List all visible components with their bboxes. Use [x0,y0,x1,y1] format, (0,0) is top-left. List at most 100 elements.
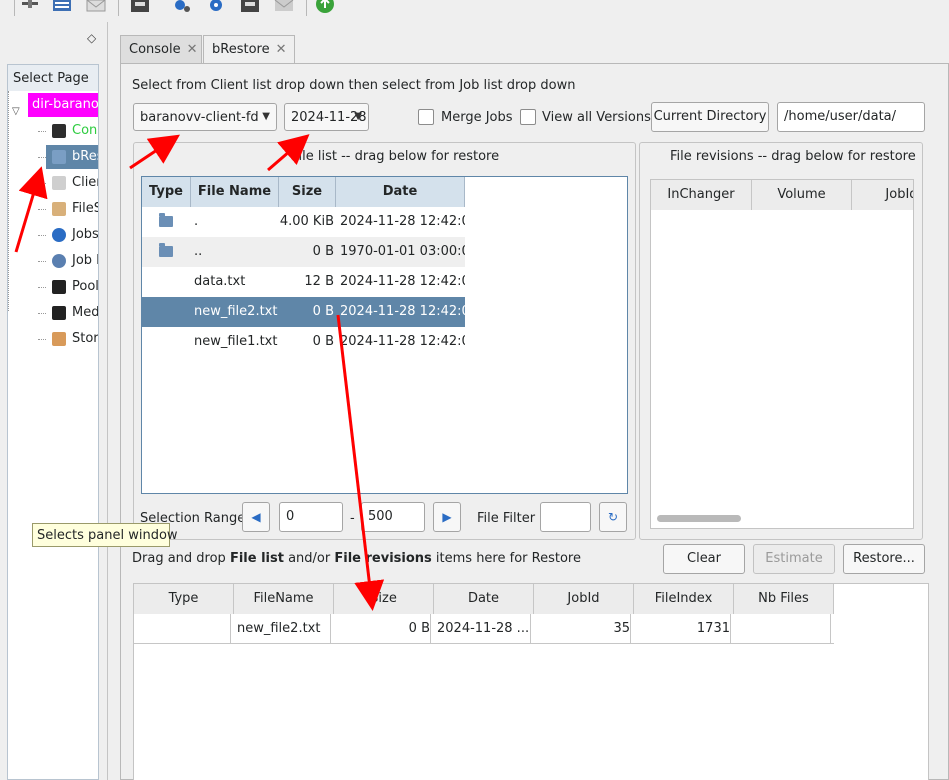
column-header-jobid[interactable]: JobId [852,180,913,210]
tree-connector [38,131,46,132]
gear-icon[interactable] [206,0,226,14]
table-row[interactable]: new_file2.txt 0 B 2024-11-28 ... 35 1731 [134,614,834,644]
chevron-down-icon: ▼ [354,111,362,122]
tree-item-job-runs[interactable]: Job Runs [46,249,98,273]
column-header-inchanger[interactable]: InChanger [651,180,752,210]
refresh-button[interactable]: ↻ [599,502,627,532]
column-header-type[interactable]: Type [134,584,234,614]
save-icon[interactable] [130,0,150,14]
column-header-file-name[interactable]: File Name [191,177,279,207]
tree-item-label: Storage [72,331,99,346]
range-prev-button[interactable]: ◀ [242,502,270,532]
current-directory-input[interactable]: /home/user/data/ [777,102,925,132]
tree-collapse-icon[interactable]: ▽ [12,100,20,124]
cell-type [137,614,231,644]
instructions-label: Select from Client list drop down then s… [132,78,576,93]
tree-item-media[interactable]: Media [46,301,98,325]
tab-brestore[interactable]: bRestore ✕ [203,35,295,64]
disk-icon[interactable] [240,0,260,14]
fileset-icon [52,202,66,216]
cell-name: .. [194,244,203,259]
column-header-jobid[interactable]: JobId [534,584,634,614]
job-combo[interactable]: 2024-11-28 ▼ [284,103,369,131]
list-icon[interactable] [52,0,72,14]
console-icon [52,124,66,138]
tree-item-console[interactable]: Console [46,119,98,143]
tree-item-filesets[interactable]: FileSets [46,197,98,221]
tree-item-clients[interactable]: Clients [46,171,98,195]
folder-icon [159,243,173,257]
brestore-panel: Select from Client list drop down then s… [120,63,949,780]
column-header-fileindex[interactable]: FileIndex [634,584,734,614]
column-header-nb-files[interactable]: Nb Files [734,584,834,614]
pool-icon [52,280,66,294]
range-end-input[interactable]: 500 [361,502,425,532]
cell-date: 2024-11-28 ... [437,614,531,644]
table-row[interactable]: new_file2.txt 0 B 2024-11-28 12:42:03 [142,297,465,327]
estimate-button[interactable]: Estimate [753,544,835,574]
close-icon[interactable]: ✕ [187,42,198,57]
column-header-size[interactable]: Size [279,177,336,207]
file-revisions-table[interactable]: InChanger Volume JobId [650,179,914,529]
tab-console-label: Console [129,42,181,57]
cell-date: 2024-11-28 12:42:03 [340,334,465,349]
cell-fileindex: 1731 [637,614,731,644]
client-combo[interactable]: baranovv-client-fd ▼ [133,103,277,131]
table-row[interactable]: data.txt 12 B 2024-11-28 12:42:03 [142,267,465,297]
column-header-type[interactable]: Type [142,177,191,207]
media-icon [52,306,66,320]
column-header-size[interactable]: Size [334,584,434,614]
tree-connector [38,313,46,314]
tree-item-pools[interactable]: Pools [46,275,98,299]
view-all-versions-checkbox[interactable] [520,109,536,125]
envelope-icon[interactable] [274,0,294,14]
cell-size: 0 B [337,614,431,644]
merge-jobs-checkbox[interactable] [418,109,434,125]
cell-size: 0 B [312,244,334,259]
drop-hint: Drag and drop File list and/or File revi… [132,551,581,566]
column-header-date[interactable]: Date [336,177,465,207]
tree-connector [38,235,46,236]
go-icon[interactable] [315,0,335,14]
tree-item-brestore[interactable]: bRestore [46,145,98,169]
column-header-date[interactable]: Date [434,584,534,614]
select-page-header: Select Page [7,64,99,92]
file-list-table[interactable]: Type File Name Size Date . 4.00 KiB 2024-1… [141,176,628,494]
current-directory-button[interactable]: Current Directory [651,102,769,132]
column-header-volume[interactable]: Volume [752,180,852,210]
toolbar [0,0,949,22]
tools-icon[interactable] [20,0,40,14]
merge-jobs-label: Merge Jobs [441,110,513,125]
tab-console[interactable]: Console ✕ [120,35,202,64]
triangle-right-icon: ▶ [442,510,452,524]
tree-item-storage[interactable]: Storage [46,327,99,351]
tree-item-jobs[interactable]: Jobs [46,223,99,247]
restore-button[interactable]: Restore... [843,544,925,574]
table-row[interactable]: .. 0 B 1970-01-01 03:00:00 [142,237,465,267]
tree-item-label: Console [72,123,98,138]
tree-connector [38,339,46,340]
cell-name: new_file2.txt [194,304,278,319]
close-icon[interactable]: ✕ [276,42,287,57]
toolbar-separator [14,0,15,16]
cell-nbfiles [737,614,831,644]
gears-icon[interactable] [172,0,192,14]
tree-item-label: Jobs [72,227,99,242]
table-row[interactable]: new_file1.txt 0 B 2024-11-28 12:42:03 [142,327,465,357]
horizontal-scrollbar-thumb[interactable] [657,515,741,522]
restore-icon [52,150,66,164]
pin-icon[interactable]: ◇ [87,31,96,45]
column-header-filename[interactable]: FileName [234,584,334,614]
tree-root-director[interactable]: dir-baranovv [28,93,98,117]
range-start-input[interactable]: 0 [279,502,343,532]
restore-table[interactable]: Type FileName Size Date JobId FileIndex Nb Fil… [133,583,929,780]
range-next-button[interactable]: ▶ [433,502,461,532]
file-filter-input[interactable] [540,502,591,532]
cell-name: . [194,214,199,229]
clear-button[interactable]: Clear [663,544,745,574]
mail-icon[interactable] [86,0,106,14]
tree-item-label: Job Runs [72,253,98,268]
tree-item-label: bRestore [72,149,98,164]
table-row[interactable]: . 4.00 KiB 2024-11-28 12:42:03 [142,207,465,237]
cell-date: 2024-11-28 12:42:03 [340,214,465,229]
